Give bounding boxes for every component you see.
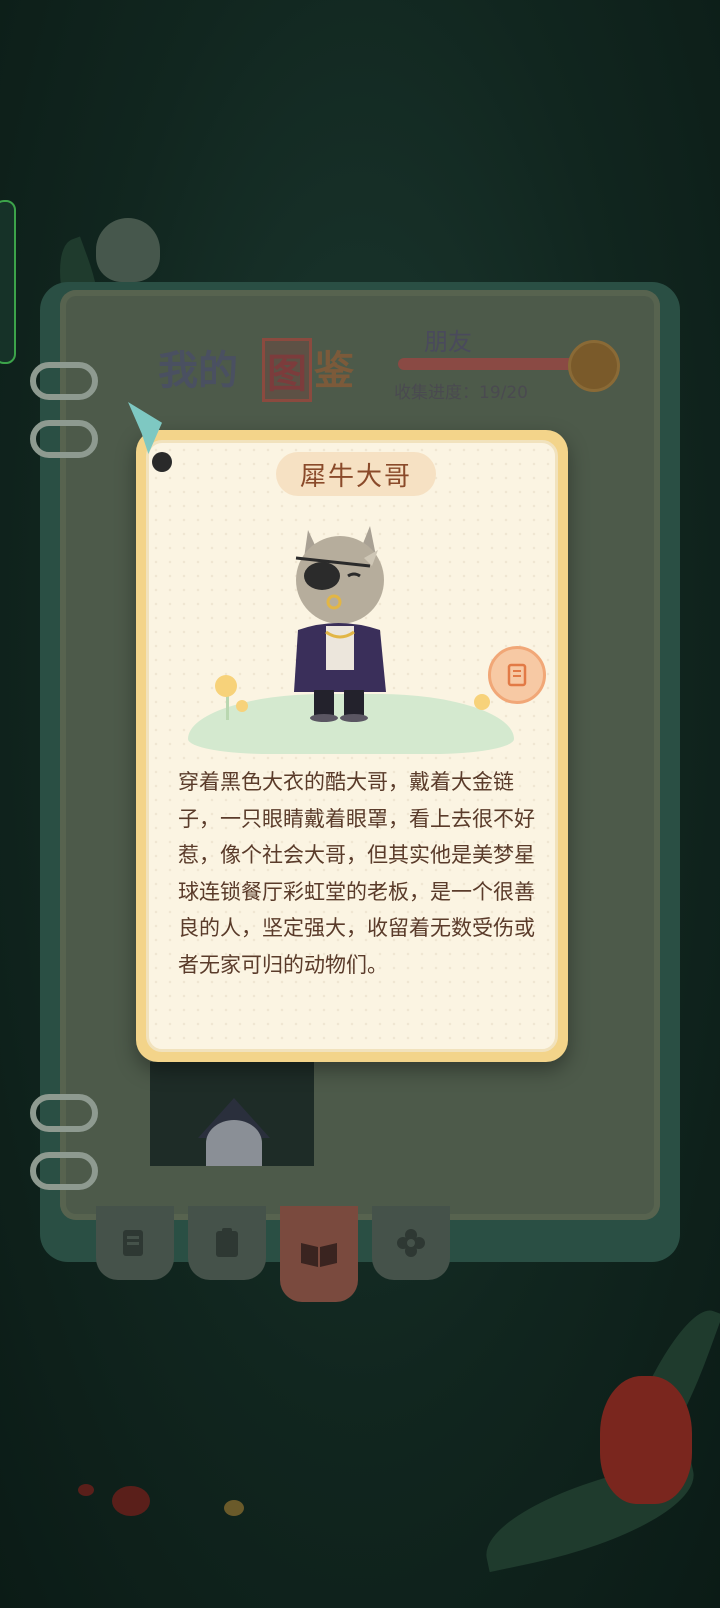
notes-icon bbox=[123, 1230, 143, 1256]
clipboard-icon bbox=[216, 1228, 238, 1257]
snowman-character bbox=[206, 1120, 262, 1166]
pin-icon bbox=[152, 452, 172, 472]
collection-progress-fill bbox=[398, 358, 575, 370]
petal-decoration bbox=[78, 1484, 94, 1496]
flower-icon bbox=[236, 700, 248, 712]
binder-ring bbox=[30, 1152, 98, 1190]
collection-title-part2: 图 bbox=[262, 338, 312, 402]
binder-ring bbox=[30, 420, 98, 458]
collection-progress-text: 收集进度：19/20 bbox=[394, 383, 528, 403]
character-description: 穿着黑色大衣的酷大哥，戴着大金链子，一只眼睛戴着眼罩，看上去很不好惹，像个社会大… bbox=[178, 770, 535, 977]
reward-medal-icon[interactable] bbox=[568, 340, 620, 392]
flower-icon bbox=[474, 694, 490, 710]
collection-title-part1: 我的 bbox=[158, 348, 238, 394]
binder-ring bbox=[30, 1094, 98, 1132]
side-drawer-tab[interactable] bbox=[0, 200, 16, 364]
collection-title-part3: 鉴 bbox=[314, 348, 354, 394]
flower-stem bbox=[226, 694, 229, 720]
tulip-decoration bbox=[96, 218, 160, 282]
game-screen: 我的 图 鉴 朋友 收集进度：19/20 犀牛大哥 穿着黑色大衣的酷大哥，戴着大… bbox=[0, 0, 720, 1608]
petal-decoration bbox=[112, 1486, 150, 1516]
tab-collection[interactable] bbox=[280, 1206, 358, 1302]
flower-icon bbox=[215, 675, 237, 697]
rhino-character bbox=[294, 526, 386, 722]
character-name-banner: 犀牛大哥 bbox=[276, 452, 436, 496]
open-book-icon bbox=[301, 1243, 337, 1267]
petal-decoration bbox=[224, 1500, 244, 1516]
character-name: 犀牛大哥 bbox=[299, 461, 412, 492]
tab-clipboard[interactable] bbox=[188, 1206, 266, 1280]
story-book-icon[interactable] bbox=[488, 646, 546, 704]
collection-progress-bar bbox=[398, 358, 584, 370]
tulip-decoration bbox=[600, 1376, 692, 1504]
tab-notes[interactable] bbox=[96, 1206, 174, 1280]
flower-icon bbox=[397, 1229, 425, 1257]
category-label: 朋友 bbox=[424, 328, 472, 356]
tab-flower[interactable] bbox=[372, 1206, 450, 1280]
binder-ring bbox=[30, 362, 98, 400]
